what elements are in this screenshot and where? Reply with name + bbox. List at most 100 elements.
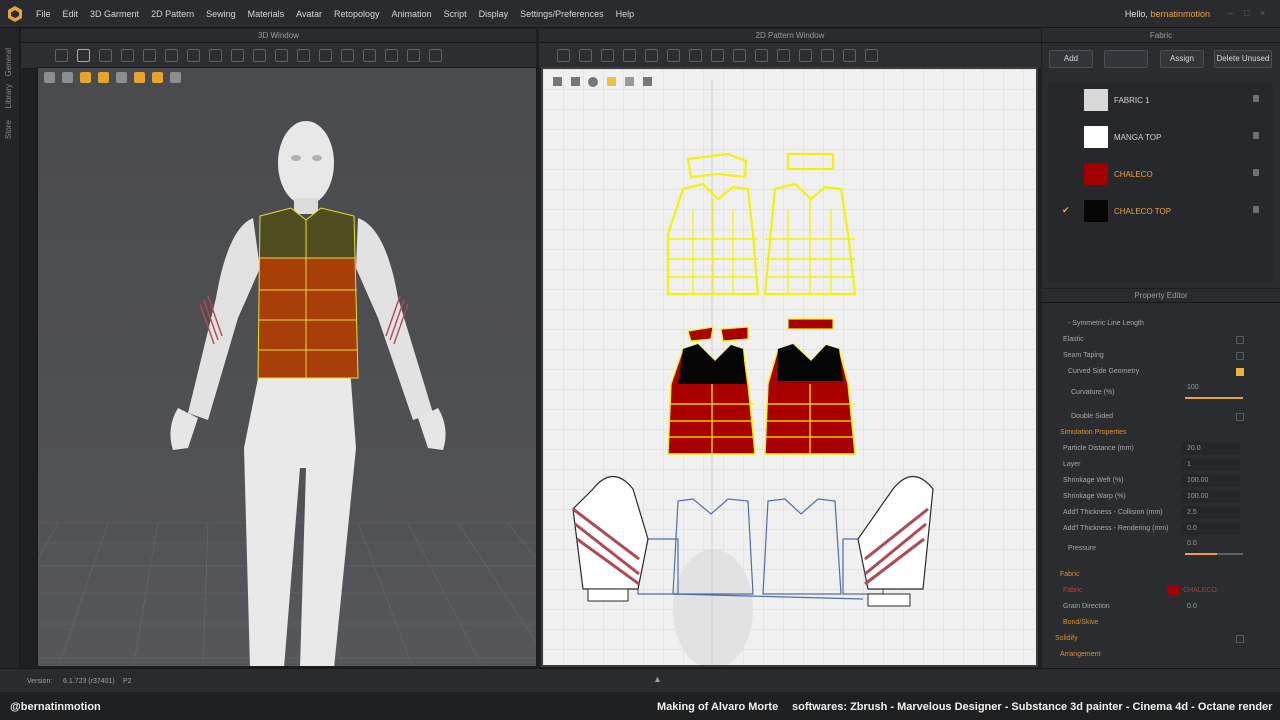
lock-icon[interactable] [1253, 95, 1259, 102]
view2d-viewport[interactable]: · [541, 67, 1038, 667]
add-fabric-button[interactable]: Add [1049, 50, 1093, 68]
menu-display[interactable]: Display [479, 9, 509, 19]
tool-pen-icon[interactable] [231, 49, 244, 62]
menu-materials[interactable]: Materials [248, 9, 285, 19]
tool-select-icon[interactable] [55, 49, 68, 62]
display-texture-icon[interactable] [80, 72, 91, 83]
curvature-slider[interactable] [1185, 397, 1243, 399]
tool-2d-internal-icon[interactable] [645, 49, 658, 62]
section-simulation[interactable]: Simulation Properties [1050, 426, 1270, 440]
pattern-avatar-icon[interactable] [643, 77, 652, 86]
tool-wind-icon[interactable] [429, 49, 442, 62]
tool-2d-polygon-icon[interactable] [623, 49, 636, 62]
double-sided-checkbox[interactable] [1236, 413, 1244, 421]
assign-fabric-button[interactable]: Assign [1160, 50, 1204, 68]
tool-brush-icon[interactable] [253, 49, 266, 62]
menu-2d-pattern[interactable]: 2D Pattern [151, 9, 194, 19]
tool-transform-icon[interactable] [77, 49, 90, 62]
tool-2d-trace-icon[interactable] [689, 49, 702, 62]
curved-side-checkbox[interactable] [1236, 368, 1244, 376]
menu-avatar[interactable]: Avatar [296, 9, 322, 19]
shirt-patterns[interactable] [637, 498, 884, 600]
tool-2d-zipper-icon[interactable] [843, 49, 856, 62]
tool-fold-icon[interactable] [99, 49, 112, 62]
tool-2d-segment-sew-icon[interactable] [711, 49, 724, 62]
tool-segment-icon[interactable] [187, 49, 200, 62]
display-pattern-icon[interactable] [98, 72, 109, 83]
pattern-color-icon[interactable] [588, 77, 598, 87]
lock-icon[interactable] [1253, 169, 1259, 176]
delete-unused-button[interactable]: Delete Unused [1214, 50, 1272, 68]
tool-2d-rectangle-icon[interactable] [601, 49, 614, 62]
display-avatar-icon[interactable] [44, 72, 55, 83]
menu-retopology[interactable]: Retopology [334, 9, 380, 19]
copy-fabric-button[interactable] [1104, 50, 1148, 68]
seam-taping-checkbox[interactable] [1236, 352, 1244, 360]
menu-edit[interactable]: Edit [63, 9, 79, 19]
elastic-checkbox[interactable] [1236, 336, 1244, 344]
section-arrangement[interactable]: Arrangement [1050, 648, 1270, 662]
section-solidify[interactable]: Solidify [1050, 632, 1270, 646]
tool-elastic-icon[interactable] [341, 49, 354, 62]
menu-animation[interactable]: Animation [392, 9, 432, 19]
close-icon[interactable]: × [1260, 9, 1268, 18]
tool-tape-icon[interactable] [363, 49, 376, 62]
tool-line-icon[interactable] [275, 49, 288, 62]
pattern-texture-icon[interactable] [607, 77, 616, 86]
fabric-item[interactable]: FABRIC 1 [1047, 84, 1273, 114]
display-fabric-icon[interactable] [152, 72, 163, 83]
pattern-view-icon[interactable] [553, 77, 562, 86]
selected-patterns[interactable] [666, 152, 857, 296]
lock-icon[interactable] [1253, 206, 1259, 213]
tool-2d-texture-icon[interactable] [799, 49, 812, 62]
menu-help[interactable]: Help [616, 9, 635, 19]
menu-sewing[interactable]: Sewing [206, 9, 236, 19]
tool-measure-icon[interactable] [165, 49, 178, 62]
tool-2d-dart-icon[interactable] [667, 49, 680, 62]
tool-sew-icon[interactable] [407, 49, 420, 62]
menu-settings[interactable]: Settings/Preferences [520, 9, 604, 19]
tool-zipper-icon[interactable] [319, 49, 332, 62]
tool-stitch-icon[interactable] [385, 49, 398, 62]
maximize-icon[interactable]: □ [1244, 9, 1252, 18]
fabric-item-selected[interactable]: ✔ CHALECO TOP [1047, 195, 1273, 225]
pressure-slider[interactable] [1185, 553, 1243, 555]
section-bond-skive[interactable]: Bond/Skive [1050, 616, 1270, 630]
tool-2d-edit-point-icon[interactable] [579, 49, 592, 62]
tool-2d-transform-icon[interactable] [557, 49, 570, 62]
fabric-item[interactable]: MANGA TOP [1047, 121, 1273, 151]
tool-arrange-icon[interactable] [209, 49, 222, 62]
solidify-checkbox[interactable] [1236, 635, 1244, 643]
username[interactable]: bernatinmotion [1150, 9, 1210, 19]
tool-button-icon[interactable] [297, 49, 310, 62]
display-pin-icon[interactable] [116, 72, 127, 83]
display-camera-icon[interactable] [170, 72, 181, 83]
tool-2d-tack-icon[interactable] [755, 49, 768, 62]
tool-2d-button-icon[interactable] [821, 49, 834, 62]
app-logo-icon[interactable] [6, 5, 24, 23]
menu-script[interactable]: Script [444, 9, 467, 19]
pattern-edit-icon[interactable] [571, 77, 580, 86]
display-garment-icon[interactable] [62, 72, 73, 83]
vest-patterns[interactable] [667, 318, 856, 455]
display-light-icon[interactable] [134, 72, 145, 83]
minimize-icon[interactable]: – [1228, 9, 1236, 18]
pattern-grid-icon[interactable] [625, 77, 634, 86]
menu-file[interactable]: File [36, 9, 51, 19]
expand-icon[interactable]: ▲ [653, 674, 662, 684]
lock-icon[interactable] [1253, 132, 1259, 139]
tool-tack-icon[interactable] [143, 49, 156, 62]
tool-pin-icon[interactable] [121, 49, 134, 62]
tab-store[interactable]: Store [4, 120, 13, 139]
tool-2d-free-sew-icon[interactable] [733, 49, 746, 62]
tool-2d-tape-icon[interactable] [865, 49, 878, 62]
fabric-select[interactable]: CHALECO [1183, 587, 1217, 594]
view3d-viewport[interactable] [37, 67, 537, 667]
menu-3d-garment[interactable]: 3D Garment [90, 9, 139, 19]
tool-2d-fold-icon[interactable] [777, 49, 790, 62]
tab-general[interactable]: General [4, 48, 13, 76]
tab-library[interactable]: Library [4, 84, 13, 108]
section-fabric[interactable]: Fabric [1050, 568, 1270, 582]
avatar[interactable] [170, 121, 446, 667]
fabric-item[interactable]: CHALECO [1047, 158, 1273, 188]
